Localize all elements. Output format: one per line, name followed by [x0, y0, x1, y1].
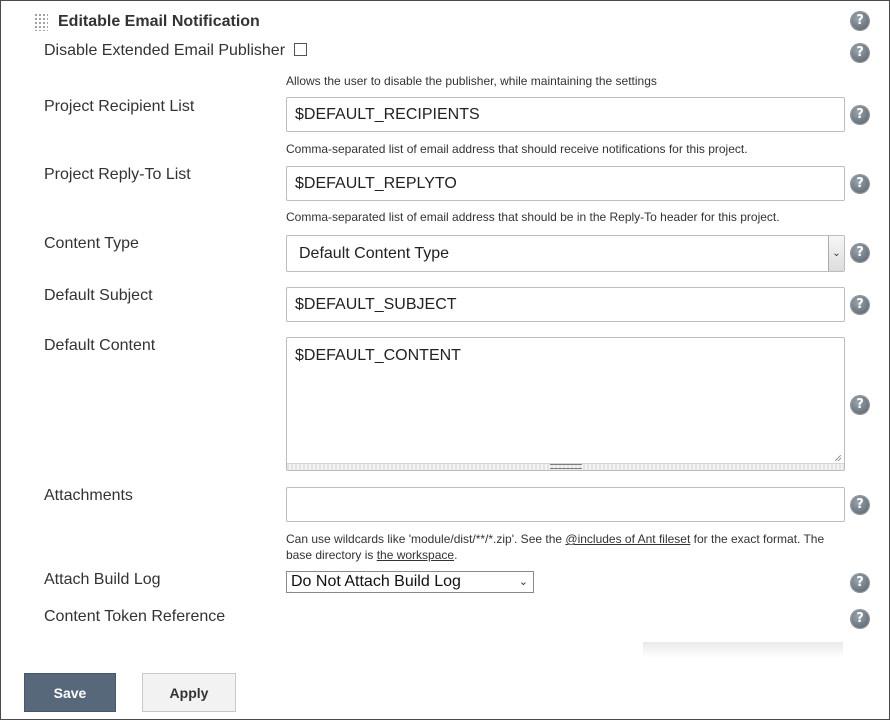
reply-to-list-input[interactable]: $DEFAULT_REPLYTO	[286, 166, 845, 201]
content-type-value: Default Content Type	[299, 245, 450, 262]
help-icon[interactable]: ?	[851, 496, 869, 514]
attach-build-log-label: Attach Build Log	[44, 571, 161, 588]
config-panel: Editable Email Notification ? Disable Ex…	[0, 0, 890, 720]
content-token-reference-label: Content Token Reference	[44, 608, 226, 625]
section-title: Editable Email Notification	[58, 13, 260, 30]
disable-publisher-checkbox[interactable]	[294, 43, 308, 57]
default-content-textarea[interactable]: $DEFAULT_CONTENT	[286, 337, 845, 471]
section-header: Editable Email Notification	[34, 11, 260, 33]
recipient-list-label: Project Recipient List	[44, 98, 195, 115]
default-subject-label: Default Subject	[44, 287, 153, 304]
help-icon[interactable]: ?	[851, 296, 869, 314]
save-button[interactable]: Save	[24, 673, 116, 712]
chevron-down-icon[interactable]: ⌄	[519, 572, 528, 592]
resize-corner-icon[interactable]	[835, 455, 841, 461]
content-type-select[interactable]: Default Content Type ⌄	[286, 235, 845, 272]
disable-publisher-row: Disable Extended Email Publisher	[44, 42, 308, 60]
help-icon[interactable]: ?	[851, 106, 869, 124]
attachments-description: Can use wildcards like 'module/dist/**/*…	[286, 531, 846, 563]
disable-publisher-description: Allows the user to disable the publisher…	[286, 74, 657, 88]
content-type-label: Content Type	[44, 235, 139, 252]
chevron-down-icon[interactable]: ⌄	[828, 236, 844, 271]
ant-fileset-link[interactable]: @includes of Ant fileset	[565, 532, 690, 546]
apply-button[interactable]: Apply	[142, 673, 236, 712]
reply-to-list-label: Project Reply-To List	[44, 166, 191, 183]
help-icon[interactable]: ?	[851, 574, 869, 592]
default-content-value: $DEFAULT_CONTENT	[295, 347, 461, 364]
default-subject-input[interactable]: $DEFAULT_SUBJECT	[286, 287, 845, 322]
default-content-label: Default Content	[44, 337, 156, 354]
attach-build-log-value: Do Not Attach Build Log	[291, 573, 461, 590]
attach-build-log-select[interactable]: Do Not Attach Build Log ⌄	[286, 571, 534, 593]
drag-handle-icon[interactable]	[34, 13, 48, 31]
recipient-list-description: Comma-separated list of email address th…	[286, 142, 748, 156]
help-icon[interactable]: ?	[851, 12, 869, 30]
reply-to-list-description: Comma-separated list of email address th…	[286, 210, 780, 224]
attachments-input[interactable]	[286, 487, 845, 522]
textarea-resize-bar[interactable]	[287, 463, 844, 470]
workspace-link[interactable]: the workspace	[377, 548, 454, 562]
help-icon[interactable]: ?	[851, 610, 869, 628]
recipient-list-input[interactable]: $DEFAULT_RECIPIENTS	[286, 97, 845, 132]
help-icon[interactable]: ?	[851, 175, 869, 193]
attachments-description-text: Can use wildcards like 'module/dist/**/*…	[286, 532, 566, 546]
help-icon[interactable]: ?	[851, 44, 869, 62]
attachments-description-text: .	[454, 548, 458, 562]
help-icon[interactable]: ?	[851, 244, 869, 262]
button-bar	[1, 658, 889, 719]
help-icon[interactable]: ?	[851, 396, 869, 414]
disable-publisher-label: Disable Extended Email Publisher	[44, 42, 286, 59]
scroll-fade	[643, 642, 843, 658]
attachments-label: Attachments	[44, 487, 133, 504]
resize-grip-icon[interactable]	[550, 464, 582, 469]
